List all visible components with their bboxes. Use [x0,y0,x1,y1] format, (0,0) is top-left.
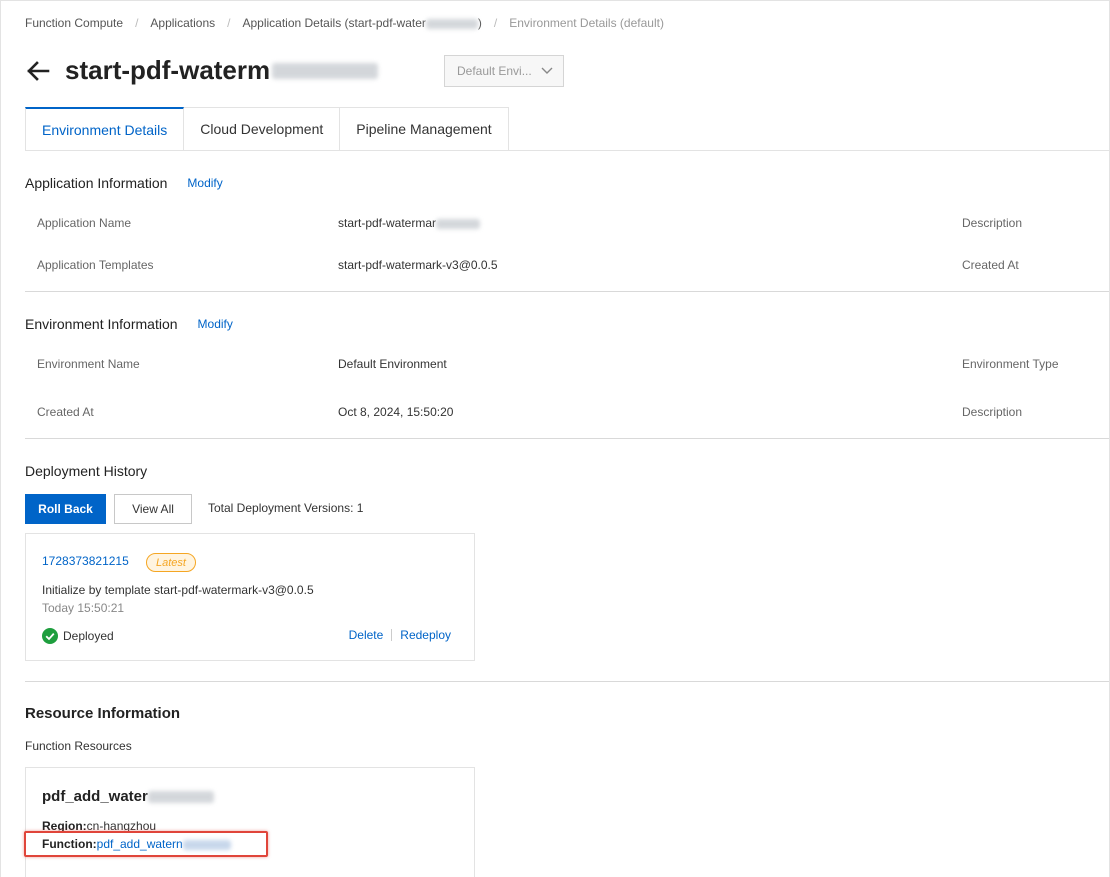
page-header: start-pdf-waterm [25,55,379,86]
environment-name-value: Default Environment [338,357,447,371]
back-arrow-icon[interactable] [25,58,51,84]
redacted-title [272,62,379,79]
section-title: Application Information [25,175,168,191]
tab-pipeline-management[interactable]: Pipeline Management [340,107,509,151]
application-templates-label: Application Templates [37,258,154,272]
latest-badge: Latest [146,553,196,572]
region-row: Region: cn-hangzhou [42,819,156,833]
deployment-status-label: Deployed [63,629,114,643]
environment-select[interactable]: Default Envi... [444,55,564,87]
application-name-value: start-pdf-watermar [338,216,481,230]
section-title: Deployment History [25,463,148,479]
console-window: Function Compute / Applications / Applic… [0,0,1110,877]
total-deployment-versions: Total Deployment Versions: 1 [208,501,364,515]
function-label: Function: [42,837,97,851]
function-resource-name-text: pdf_add_water [42,788,148,805]
breadcrumb-separator: / [227,16,231,30]
tab-divider [25,150,1109,151]
application-templates-value: start-pdf-watermark-v3@0.0.5 [338,258,498,272]
deployment-actions: Delete Redeploy [349,628,451,642]
environment-select-value: Default Envi... [457,64,532,78]
breadcrumb-separator: / [135,16,139,30]
function-resources-label: Function Resources [25,739,132,753]
deployment-card: 1728373821215 Latest Initialize by templ… [25,533,475,661]
function-resource-card: pdf_add_water Region: cn-hangzhou Functi… [25,767,475,877]
tab-bar: Environment Details Cloud Development Pi… [25,107,509,151]
redacted-text [425,18,478,29]
breadcrumb-application-details[interactable]: Application Details (start-pdf-water) [242,16,481,30]
breadcrumb-separator: / [493,16,498,30]
application-information-header: Application Information Modify [25,175,223,191]
section-divider [25,291,1109,292]
deployment-history-header: Deployment History [25,463,147,479]
created-at-label: Created At [962,258,1019,272]
modify-environment-link[interactable]: Modify [198,317,233,331]
environment-name-label: Environment Name [37,357,140,371]
section-divider [25,438,1109,439]
deployment-status: Deployed [42,628,114,644]
description-label: Description [962,216,1023,230]
breadcrumb-function-compute[interactable]: Function Compute [25,16,123,30]
environment-type-label: Environment Type [962,357,1059,371]
redacted-text [147,790,214,803]
resource-information-title: Resource Information [25,705,181,722]
tab-cloud-development[interactable]: Cloud Development [184,107,341,151]
region-value: cn-hangzhou [86,819,157,833]
function-link[interactable]: pdf_add_watern [97,837,231,851]
redacted-text [182,839,231,850]
action-separator [391,629,393,641]
deployment-description: Initialize by template start-pdf-waterma… [42,583,314,597]
page-title: start-pdf-waterm [65,55,271,85]
function-link-text: pdf_add_watern [96,837,183,851]
environment-created-at-label: Created At [37,405,94,419]
tab-environment-details[interactable]: Environment Details [25,107,185,151]
breadcrumb-application-details-suffix: ) [477,16,482,30]
breadcrumb-environment-details: Environment Details (default) [509,16,664,30]
deployment-version-link[interactable]: 1728373821215 [42,554,129,568]
redacted-text [436,218,481,229]
environment-description-label: Description [962,405,1023,419]
delete-link[interactable]: Delete [349,628,384,642]
view-all-button[interactable]: View All [114,494,192,524]
modify-application-link[interactable]: Modify [187,176,222,190]
application-name-text: start-pdf-watermar [338,216,437,230]
section-title: Environment Information [25,316,178,332]
environment-information-header: Environment Information Modify [25,316,233,332]
region-label: Region: [42,819,87,833]
breadcrumb-applications[interactable]: Applications [150,16,215,30]
application-name-label: Application Name [37,216,132,230]
redeploy-link[interactable]: Redeploy [400,628,451,642]
check-circle-icon [42,628,58,644]
environment-created-at-value: Oct 8, 2024, 15:50:20 [338,405,454,419]
breadcrumb-application-details-label: Application Details (start-pdf-water [242,16,426,30]
roll-back-button[interactable]: Roll Back [25,494,106,524]
deployment-time: Today 15:50:21 [42,601,125,615]
section-divider [25,681,1109,682]
function-resource-name: pdf_add_water [42,788,214,805]
chevron-down-icon [541,64,553,78]
function-row: Function: pdf_add_watern [42,837,231,851]
breadcrumb: Function Compute / Applications / Applic… [25,16,664,30]
